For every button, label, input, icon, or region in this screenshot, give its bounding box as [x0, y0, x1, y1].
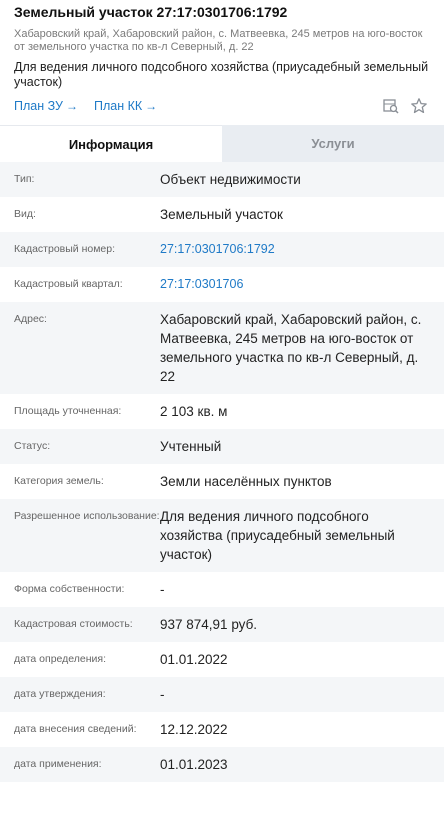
info-row-cadastral-quarter: Кадастровый квартал: 27:17:0301706 [0, 267, 444, 302]
row-label: дата утверждения: [14, 688, 106, 700]
row-label: Площадь уточненная: [14, 405, 122, 417]
object-title: Земельный участок 27:17:0301706:1792 [14, 4, 288, 20]
row-value: Объект недвижимости [160, 172, 301, 187]
object-header: Земельный участок 27:17:0301706:1792 Хаб… [0, 0, 444, 117]
row-label: Категория земель: [14, 475, 104, 487]
row-label: Кадастровый квартал: [14, 278, 123, 290]
info-row-ownership-form: Форма собственности: - [0, 572, 444, 607]
action-row: План ЗУ → План КК → [14, 95, 430, 117]
row-value: 01.01.2022 [160, 652, 228, 667]
info-row-application-date: дата применения: 01.01.2023 [0, 747, 444, 782]
row-value: Хабаровский край, Хабаровский район, с. … [160, 312, 422, 384]
row-value: - [160, 582, 165, 597]
row-value: - [160, 687, 165, 702]
row-label: Статус: [14, 440, 51, 452]
info-row-kind: Вид: Земельный участок [0, 197, 444, 232]
tab-information[interactable]: Информация [0, 125, 222, 162]
row-label: дата применения: [14, 758, 102, 770]
tab-bar: Информация Услуги [0, 125, 444, 162]
info-row-permitted-use: Разрешенное использование: Для ведения л… [0, 499, 444, 572]
info-row-cadastral-value: Кадастровая стоимость: 937 874,91 руб. [0, 607, 444, 642]
info-row-address: Адрес: Хабаровский край, Хабаровский рай… [0, 302, 444, 394]
object-address: Хабаровский край, Хабаровский район, с. … [14, 28, 423, 53]
tab-services[interactable]: Услуги [222, 125, 444, 162]
row-label: Вид: [14, 208, 36, 220]
row-label: Форма собственности: [14, 583, 125, 595]
plan-kk-label: План КК [93, 99, 143, 113]
info-row-approval-date: дата утверждения: - [0, 677, 444, 712]
plan-zu-link[interactable]: План ЗУ → [14, 99, 78, 113]
info-row-type: Тип: Объект недвижимости [0, 162, 444, 197]
info-row-cadastral-number: Кадастровый номер: 27:17:0301706:1792 [0, 232, 444, 267]
row-value: 12.12.2022 [160, 722, 228, 737]
info-row-determination-date: дата определения: 01.01.2022 [0, 642, 444, 677]
row-value: 937 874,91 руб. [160, 617, 258, 632]
object-purpose: Для ведения личного подсобного хозяйства… [14, 60, 429, 89]
plan-zu-label: План ЗУ [14, 99, 63, 113]
map-search-icon[interactable] [380, 95, 402, 117]
plan-kk-link[interactable]: План КК → [94, 99, 157, 113]
star-icon[interactable] [408, 95, 430, 117]
row-value: Земельный участок [160, 207, 283, 222]
row-value: 2 103 кв. м [160, 404, 228, 419]
arrow-right-icon: → [145, 99, 158, 113]
row-label: Тип: [14, 173, 35, 185]
row-value: 01.01.2023 [160, 757, 228, 772]
info-row-status: Статус: Учтенный [0, 429, 444, 464]
row-label: дата внесения сведений: [14, 723, 137, 735]
row-label: Кадастровая стоимость: [14, 618, 133, 630]
row-label: дата определения: [14, 653, 107, 665]
row-value: Земли населённых пунктов [160, 474, 332, 489]
info-row-area: Площадь уточненная: 2 103 кв. м [0, 394, 444, 429]
cadastral-quarter-link[interactable]: 27:17:0301706 [160, 275, 430, 294]
info-row-land-category: Категория земель: Земли населённых пункт… [0, 464, 444, 499]
row-label: Разрешенное использование: [14, 510, 160, 522]
arrow-right-icon: → [65, 99, 78, 113]
row-value: Для ведения личного подсобного хозяйства… [160, 509, 395, 562]
row-label: Адрес: [14, 313, 47, 325]
cadastral-number-link[interactable]: 27:17:0301706:1792 [160, 240, 430, 259]
info-table: Тип: Объект недвижимости Вид: Земельный … [0, 162, 444, 782]
row-value: Учтенный [160, 439, 222, 454]
info-row-entry-date: дата внесения сведений: 12.12.2022 [0, 712, 444, 747]
row-label: Кадастровый номер: [14, 243, 116, 255]
